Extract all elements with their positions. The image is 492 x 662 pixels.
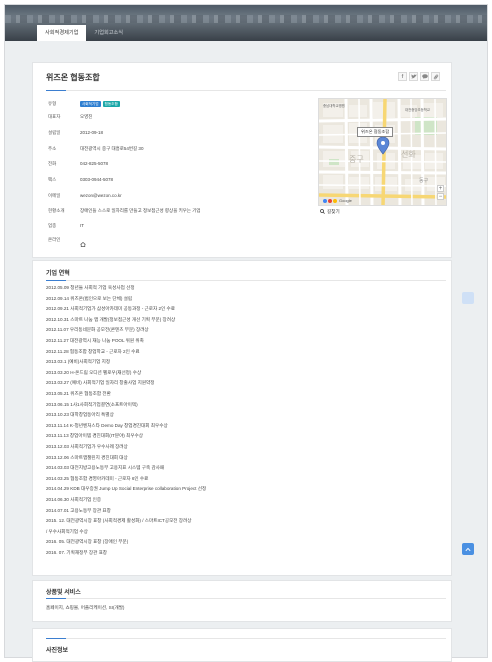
history-item: 2013.11.14 K-청년벤처스타 Demo Day 창업경진대회 최우수상 [46, 422, 168, 428]
info-value: 오영진 [80, 114, 93, 119]
history-title: 기업 연혁 [46, 271, 70, 277]
map-label: 충남대학교병원 [323, 104, 345, 108]
map-label: 대전중앙초등학교 [405, 108, 430, 112]
history-item: 2014.06.30 사회적기업 인증 [46, 497, 102, 502]
history-item: 2012.05.09 청년들 사회적 기업 육성사업 선정 [46, 285, 135, 290]
link-icon[interactable] [431, 72, 440, 81]
zoom-out-button[interactable]: − [437, 193, 444, 200]
badge-social-enterprise: 사회적기업 [80, 100, 101, 107]
info-key: 대표자 [48, 114, 61, 119]
history-item: 2014.03.03 대전지방고용노동부 고용지표 시스템 구축 감사패 [46, 465, 165, 471]
info-row-address: 주소 대전광역시 중구 대흥로54번길 30 [48, 145, 143, 153]
info-key: 유형 [48, 101, 57, 106]
history-item: 2013.03.20 H-온드림 오디션 펠로우(재선정) 수상 [46, 369, 142, 375]
info-key: 온라인 [48, 237, 61, 242]
history-item: 2016. 05. 대전광역시장 표창 (장애인 부문) [46, 539, 129, 545]
photos-top-divider [46, 638, 446, 639]
history-item: 2012.11.28 협동조합 창업학교 - 근로자 2인 수료 [46, 348, 140, 354]
history-item: 2016. 07. 기획재정부 장관 표창 [46, 550, 108, 555]
history-item: 2013.12.03 사회적기업가 우수사례 장려상 [46, 444, 128, 449]
info-row-ceo: 대표자 오영진 [48, 113, 92, 121]
info-key: 전화 [48, 161, 57, 166]
products-card [32, 580, 452, 622]
zoom-in-button[interactable]: + [437, 185, 444, 192]
history-item: 2012.11.07 우리동네문화 공모전(콘텐츠 부문) 장려상 [46, 327, 149, 333]
info-value: 장애인들 스스로 일자리를 만들고 정보접근성 향상을 키우는 기업 [80, 208, 201, 213]
map-marker-label: 위즈온 협동조합 [357, 127, 394, 137]
info-row-founded: 설립일 2012-09-18 [48, 129, 103, 137]
history-item: 2015. 12. 대전광역시장 표창 (사회적경제 활성화) / 스마트ICT… [46, 518, 192, 524]
banner-image [5, 15, 487, 23]
map-label: 동구 [419, 178, 429, 184]
info-row-phone: 전화 042-825-5078 [48, 160, 108, 168]
tab-company-news[interactable]: 기업회고소식 [86, 25, 131, 41]
history-item: 2014.07.01 고용노동부 장관 표창 [46, 507, 111, 513]
photos-card [32, 628, 452, 662]
map-label: 중구 [349, 155, 364, 164]
info-value[interactable]: wezon@wezon.co.kr [80, 192, 122, 200]
homepage-icon[interactable] [80, 242, 86, 249]
kakao-icon[interactable] [420, 72, 429, 81]
map-tiles [319, 99, 446, 205]
directions-link[interactable]: 길찾기 [320, 209, 340, 215]
history-item: 2012.09.21 사회적기업가 삼성아카데미 공동과정 - 근로자 2인 수… [46, 306, 175, 312]
badge-cooperative: 협동조합 [102, 100, 120, 107]
history-item: 2013.03.27 (예비) 사회적기업 일자리 창출사업 지원약정 [46, 380, 155, 386]
info-row-industry: 업종 IT [48, 222, 84, 230]
google-logo: Google [339, 198, 352, 203]
info-row-intro: 현황소개 장애인들 스스로 일자리를 만들고 정보접근성 향상을 키우는 기업 [48, 207, 201, 215]
history-item: 2013.03.1 (예비)사회적기업 지정 [46, 359, 111, 365]
history-divider [46, 280, 446, 281]
info-row-online: 온라인 [48, 236, 80, 244]
info-value: 0303-0944-5078 [80, 177, 114, 182]
location-map[interactable]: 위즈온 협동조합 충남대학교병원 대전중앙초등학교 선화 중구 동구 Googl… [318, 98, 447, 206]
products-text: 홈페이지, 쇼핑몰, 어플리케이션, SI(개발) [46, 605, 125, 610]
facebook-icon[interactable]: f [398, 72, 407, 81]
history-item: 2014.04.29 KDB 대우증권 Jump Up Social Enter… [46, 486, 207, 492]
products-divider [46, 598, 446, 599]
history-item: 2013.11.13 창업아이템 경진대회(IT분야) 최우수상 [46, 433, 144, 439]
map-label: 선화 [401, 150, 416, 159]
title-divider [46, 90, 446, 91]
tab-social-enterprise[interactable]: 사회적경제기업 [37, 25, 87, 41]
info-key: 이메일 [48, 193, 61, 198]
info-key: 팩스 [48, 177, 57, 182]
info-key: 주소 [48, 146, 57, 151]
directions-label: 길찾기 [327, 209, 340, 214]
info-value: 042-825-5078 [80, 161, 109, 166]
scroll-top-icon[interactable] [462, 543, 474, 555]
twitter-icon[interactable] [409, 72, 418, 81]
info-row-type: 유형 사회적기업 협동조합 [48, 100, 122, 108]
history-item: 2013.10.23 대학창업동아리 특별상 [46, 412, 114, 418]
history-item: / 우수사회적기업 수상 [46, 528, 88, 534]
info-value: 사회적기업 협동조합 [80, 100, 122, 108]
history-item: 2012.11.27 대전광역시 재능 나눔 POOL 위원 위촉 [46, 338, 144, 343]
history-item: 2013.06.15 1사1사회적기업결연(소프트아이텍) [46, 401, 138, 407]
share-buttons: f [398, 72, 440, 81]
info-key: 업종 [48, 223, 57, 228]
search-icon [320, 209, 325, 215]
products-title: 상품및 서비스 [46, 590, 81, 596]
history-item: 2012.09.14 위즈온(법인으로 보는 단체) 설립 [46, 295, 133, 301]
info-value: 대전광역시 중구 대흥로54번길 30 [80, 146, 144, 151]
scroll-marker-icon[interactable] [462, 292, 474, 304]
history-item: 2012.10.31 스마트 나눔 앱 개발(정보접근성 개선 기획 부문) 장… [46, 316, 176, 322]
info-row-email: 이메일 wezon@wezon.co.kr [48, 192, 122, 200]
info-value: IT [80, 223, 84, 228]
info-row-fax: 팩스 0303-0944-5078 [48, 176, 113, 184]
history-item: 2014.03.25 협동조합 경영아카데미 - 근로자 6인 수료 [46, 475, 149, 481]
history-item: 2013.05.21 위즈온 협동조합 전환 [46, 391, 111, 396]
info-value: 2012-09-18 [80, 130, 104, 135]
tab-bar: 사회적경제기업 기업회고소식 [37, 25, 131, 41]
info-key: 현황소개 [48, 208, 65, 213]
history-item: 2013.12.06 스마트앱챌린지 경진대회 대상 [46, 454, 128, 460]
info-key: 설립일 [48, 130, 61, 135]
photos-title: 사진정보 [46, 648, 69, 654]
company-name: 위즈온 협동조합 [46, 73, 100, 82]
